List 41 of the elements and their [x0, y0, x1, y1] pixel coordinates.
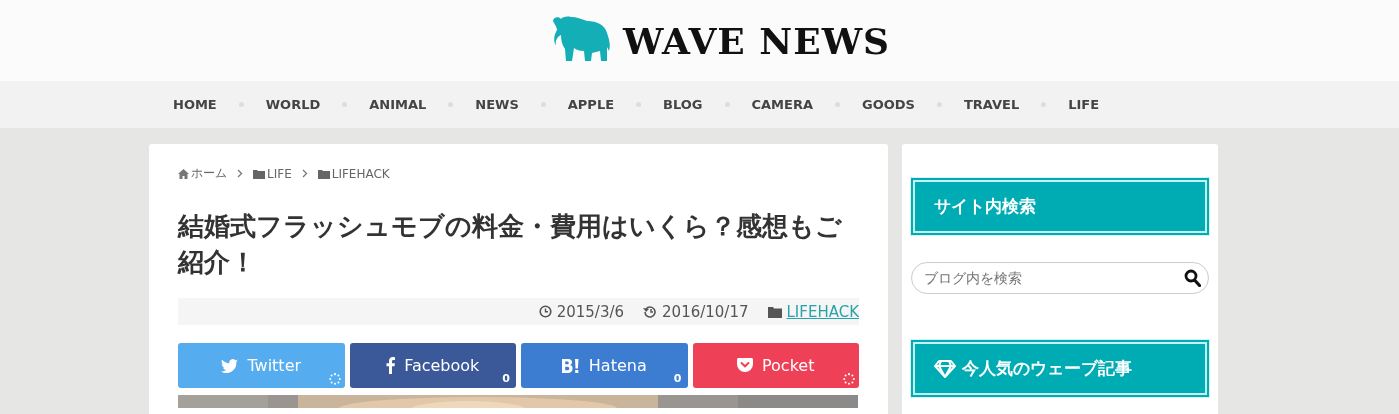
breadcrumb-link[interactable]: ホーム — [191, 165, 227, 182]
nav-link[interactable]: LIFE — [1068, 97, 1100, 112]
breadcrumb-link[interactable]: LIFE — [267, 166, 292, 181]
nav-link[interactable]: APPLE — [567, 97, 615, 112]
pocket-icon — [737, 358, 753, 373]
share-count: 0 — [502, 372, 510, 385]
bird-icon — [221, 358, 239, 373]
updated-date: 2016/10/17 — [662, 302, 749, 321]
article-title: 結婚式フラッシュモブの料金・費用はいくら？感想もご紹介！ — [178, 210, 843, 279]
nav-link[interactable]: CAMERA — [751, 97, 813, 112]
nav-link[interactable]: HOME — [173, 97, 217, 112]
clock-icon — [538, 305, 552, 318]
nav-link[interactable]: TRAVEL — [963, 97, 1020, 112]
site-title[interactable]: WAVE NEWS — [622, 19, 891, 62]
published-date: 2015/3/6 — [556, 302, 625, 321]
folder-icon — [317, 168, 330, 179]
loading-icon — [843, 373, 855, 385]
widget-heading: サイト内検索 — [911, 178, 1209, 235]
chevron-icon — [301, 168, 308, 178]
b-mark-icon — [561, 358, 580, 373]
folder-icon — [767, 305, 782, 318]
widget-heading: 今人気のウェーブ記事 — [911, 340, 1209, 397]
search-icon[interactable] — [1184, 269, 1201, 287]
share-count: 0 — [673, 372, 682, 385]
f-icon — [386, 357, 396, 374]
diamond-icon — [934, 359, 956, 378]
nav-link[interactable]: NEWS — [475, 97, 519, 112]
share-button[interactable]: Hatena 0 — [521, 343, 688, 388]
nav-link[interactable]: GOODS — [862, 97, 915, 112]
history-icon — [643, 305, 658, 318]
search-field[interactable]: ブログ内を検索 — [911, 262, 1209, 294]
breadcrumb-link[interactable]: LIFEHACK — [331, 166, 390, 181]
loading-icon — [328, 373, 341, 385]
chevron-icon — [237, 168, 243, 178]
nav-link[interactable]: BLOG — [663, 97, 703, 112]
share-button[interactable]: Facebook 0 — [349, 343, 516, 388]
share-button[interactable]: Pocket — [692, 343, 859, 388]
home-icon — [178, 168, 189, 179]
folder-icon — [253, 168, 265, 179]
nav-link[interactable]: ANIMAL — [369, 97, 427, 112]
nav-link[interactable]: WORLD — [265, 97, 321, 112]
